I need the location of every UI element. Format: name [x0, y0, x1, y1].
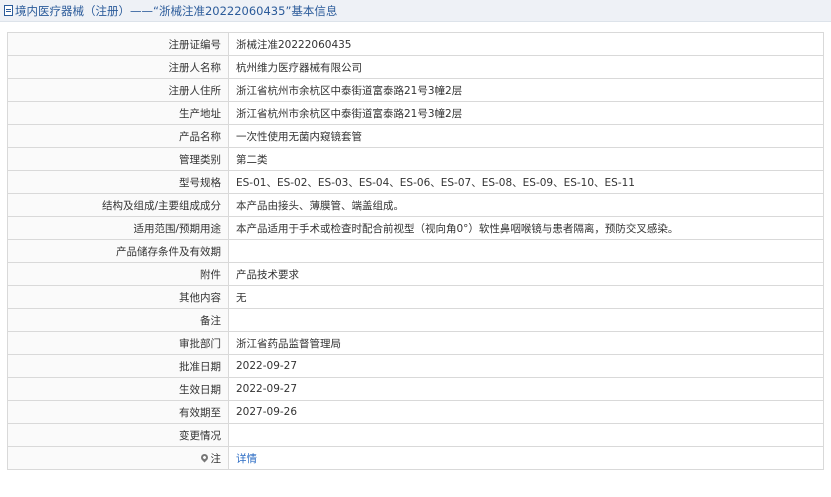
table-row-structure: 结构及组成/主要组成成分 本产品由接头、薄膜管、端盖组成。: [7, 193, 824, 217]
row-label: 变更情况: [7, 423, 229, 447]
table-row-attachment: 附件 产品技术要求: [7, 262, 824, 286]
row-value: 一次性使用无菌内窥镜套管: [228, 124, 824, 148]
row-label: 注册证编号: [7, 32, 229, 56]
row-value: 无: [228, 285, 824, 309]
row-label: 附件: [7, 262, 229, 286]
info-table-container: 注册证编号 浙械注准20222060435 注册人名称 杭州维力医疗器械有限公司…: [7, 32, 824, 470]
table-row-effective-date: 生效日期 2022-09-27: [7, 377, 824, 401]
row-value: 浙江省杭州市余杭区中泰街道富泰路21号3幢2层: [228, 101, 824, 125]
table-row-expiry-date: 有效期至 2027-09-26: [7, 400, 824, 424]
row-label: 适用范围/预期用途: [7, 216, 229, 240]
page-header: 境内医疗器械（注册）——“浙械注准20222060435”基本信息: [0, 0, 831, 22]
row-value: 2022-09-27: [228, 354, 824, 378]
row-label: 注册人名称: [7, 55, 229, 79]
row-value: 2027-09-26: [228, 400, 824, 424]
row-label: 产品储存条件及有效期: [7, 239, 229, 263]
table-row-note: 注 详情: [7, 446, 824, 470]
row-value: 本产品适用于手术或检查时配合前视型（视向角0°）软性鼻咽喉镜与患者隔离，预防交叉…: [228, 216, 824, 240]
row-label: 结构及组成/主要组成成分: [7, 193, 229, 217]
row-value: 浙江省杭州市余杭区中泰街道富泰路21号3幢2层: [228, 78, 824, 102]
info-table: 注册证编号 浙械注准20222060435 注册人名称 杭州维力医疗器械有限公司…: [7, 32, 824, 470]
row-label: 生效日期: [7, 377, 229, 401]
row-label: 其他内容: [7, 285, 229, 309]
row-value: 浙械注准20222060435: [228, 32, 824, 56]
table-row-registration-number: 注册证编号 浙械注准20222060435: [7, 32, 824, 56]
table-row-product-name: 产品名称 一次性使用无菌内窥镜套管: [7, 124, 824, 148]
table-row-approval-date: 批准日期 2022-09-27: [7, 354, 824, 378]
row-value: [228, 423, 824, 447]
row-label: 有效期至: [7, 400, 229, 424]
table-row-management-category: 管理类别 第二类: [7, 147, 824, 171]
row-value: [228, 239, 824, 263]
row-value: [228, 308, 824, 332]
table-row-storage: 产品储存条件及有效期: [7, 239, 824, 263]
table-row-changes: 变更情况: [7, 423, 824, 447]
row-label: 备注: [7, 308, 229, 332]
page-title: 境内医疗器械（注册）——“浙械注准20222060435”基本信息: [15, 3, 338, 18]
row-value: 杭州维力医疗器械有限公司: [228, 55, 824, 79]
row-label: 注: [7, 446, 229, 470]
note-label: 注: [210, 452, 222, 465]
table-row-registrant-name: 注册人名称 杭州维力医疗器械有限公司: [7, 55, 824, 79]
row-label: 注册人住所: [7, 78, 229, 102]
table-row-approval-dept: 审批部门 浙江省药品监督管理局: [7, 331, 824, 355]
row-value: 2022-09-27: [228, 377, 824, 401]
row-value: 本产品由接头、薄膜管、端盖组成。: [228, 193, 824, 217]
table-row-intended-use: 适用范围/预期用途 本产品适用于手术或检查时配合前视型（视向角0°）软性鼻咽喉镜…: [7, 216, 824, 240]
table-row-registrant-address: 注册人住所 浙江省杭州市余杭区中泰街道富泰路21号3幢2层: [7, 78, 824, 102]
document-icon: [4, 5, 13, 16]
table-row-other: 其他内容 无: [7, 285, 824, 309]
row-value: 浙江省药品监督管理局: [228, 331, 824, 355]
table-row-remarks: 备注: [7, 308, 824, 332]
table-row-production-address: 生产地址 浙江省杭州市余杭区中泰街道富泰路21号3幢2层: [7, 101, 824, 125]
row-label: 审批部门: [7, 331, 229, 355]
pin-icon: [199, 452, 209, 462]
row-value: 第二类: [228, 147, 824, 171]
row-label: 管理类别: [7, 147, 229, 171]
row-label: 生产地址: [7, 101, 229, 125]
table-row-model-spec: 型号规格 ES-01、ES-02、ES-03、ES-04、ES-06、ES-07…: [7, 170, 824, 194]
row-label: 产品名称: [7, 124, 229, 148]
row-label: 型号规格: [7, 170, 229, 194]
row-value: 产品技术要求: [228, 262, 824, 286]
row-value: 详情: [228, 446, 824, 470]
details-link[interactable]: 详情: [236, 453, 257, 465]
row-label: 批准日期: [7, 354, 229, 378]
row-value: ES-01、ES-02、ES-03、ES-04、ES-06、ES-07、ES-0…: [228, 170, 824, 194]
